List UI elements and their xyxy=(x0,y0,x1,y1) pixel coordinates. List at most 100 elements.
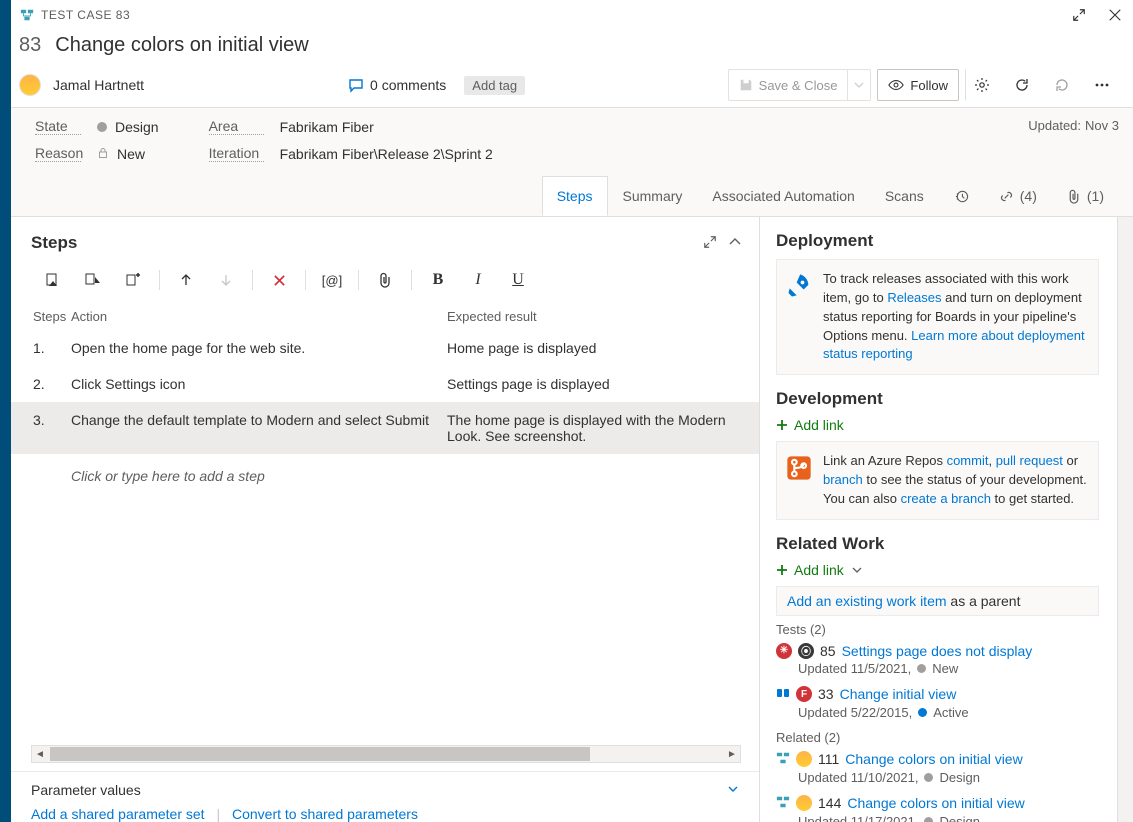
move-down-icon xyxy=(206,265,246,295)
undo-icon[interactable] xyxy=(1045,69,1079,101)
step-row[interactable]: 2. Click Settings icon Settings page is … xyxy=(11,366,759,402)
gear-icon[interactable] xyxy=(965,69,999,101)
add-shared-param-link[interactable]: Add a shared parameter set xyxy=(31,806,205,822)
tabs: Steps Summary Associated Automation Scan… xyxy=(35,176,1119,216)
tab-summary[interactable]: Summary xyxy=(608,176,698,216)
related-header: Related (2) xyxy=(776,730,1099,745)
create-branch-link[interactable]: create a branch xyxy=(901,491,991,506)
tests-header: Tests (2) xyxy=(776,622,1099,637)
side-pane: Deployment To track releases associated … xyxy=(759,217,1117,822)
close-icon[interactable] xyxy=(1097,0,1133,30)
avatar[interactable] xyxy=(19,74,41,96)
fields-block: State Design Reason New Area Fabrikam Fi… xyxy=(11,107,1133,216)
scrollbar-thumb[interactable] xyxy=(50,747,590,761)
work-item-title-row: 83 Change colors on initial view xyxy=(11,30,1133,65)
tab-history[interactable] xyxy=(939,176,984,216)
field-area[interactable]: Area Fabrikam Fiber xyxy=(209,118,493,135)
step-row[interactable]: 3. Change the default template to Modern… xyxy=(11,402,759,454)
avatar-icon xyxy=(796,795,812,811)
releases-link[interactable]: Releases xyxy=(887,290,941,305)
related-item-row[interactable]: 111 Change colors on initial view xyxy=(776,749,1099,770)
commit-link[interactable]: commit xyxy=(947,453,989,468)
maximize-icon[interactable] xyxy=(1061,0,1097,30)
bug-icon: ✳ xyxy=(776,643,792,659)
mention-icon[interactable]: [@] xyxy=(312,265,352,295)
pull-request-link[interactable]: pull request xyxy=(996,453,1063,468)
comments-button[interactable]: 0 comments xyxy=(348,77,446,93)
bold-icon[interactable]: B xyxy=(418,265,458,295)
related-meta: Updated 11/5/2021, New xyxy=(776,661,1099,676)
tab-links[interactable]: (4) xyxy=(984,176,1052,216)
attach-icon[interactable] xyxy=(365,265,405,295)
test-case-icon xyxy=(19,7,35,23)
related-meta: Updated 11/17/2021, Design xyxy=(776,814,1099,822)
save-close-button: Save & Close xyxy=(728,69,849,101)
assignee-name[interactable]: Jamal Hartnett xyxy=(53,77,144,93)
tab-automation[interactable]: Associated Automation xyxy=(697,176,869,216)
avatar-icon xyxy=(796,751,812,767)
related-test-row[interactable]: F 33 Change initial view xyxy=(776,684,1099,705)
steps-toolbar: [@] B I U xyxy=(11,261,759,303)
underline-icon[interactable]: U xyxy=(498,265,538,295)
work-item-title[interactable]: Change colors on initial view xyxy=(55,34,308,57)
vertical-scrollbar[interactable] xyxy=(1117,217,1133,822)
development-title: Development xyxy=(776,389,1099,409)
meta-row: Jamal Hartnett 0 comments Add tag Save &… xyxy=(11,65,1133,107)
horizontal-scrollbar[interactable]: ◄ ► xyxy=(31,745,741,763)
expand-icon[interactable] xyxy=(703,235,717,252)
status-icon: F xyxy=(796,686,812,702)
tab-steps[interactable]: Steps xyxy=(542,176,608,216)
tab-attachments[interactable]: (1) xyxy=(1052,176,1119,216)
rocket-icon xyxy=(785,272,813,306)
test-case-icon xyxy=(776,751,790,768)
state-dot-icon xyxy=(917,664,926,673)
field-state[interactable]: State Design xyxy=(35,118,159,135)
related-test-row[interactable]: ✳ ⦿ 85 Settings page does not display xyxy=(776,641,1099,661)
related-item-row[interactable]: 144 Change colors on initial view xyxy=(776,793,1099,814)
tab-scans[interactable]: Scans xyxy=(870,176,939,216)
move-up-icon[interactable] xyxy=(166,265,206,295)
shared-steps-icon xyxy=(776,686,790,703)
state-dot-icon xyxy=(924,817,933,822)
branch-link[interactable]: branch xyxy=(823,472,863,487)
add-step-placeholder[interactable]: Click or type here to add a step xyxy=(11,454,759,494)
collapse-icon[interactable] xyxy=(729,235,741,252)
dev-add-link[interactable]: Add link xyxy=(776,417,1099,433)
add-tag-button[interactable]: Add tag xyxy=(464,76,525,95)
steps-pane: Steps [@] xyxy=(11,217,759,822)
more-icon[interactable] xyxy=(1085,69,1119,101)
breadcrumb: TEST CASE 83 xyxy=(41,8,130,22)
refresh-icon[interactable] xyxy=(1005,69,1039,101)
updated-label: Updated: Nov 3 xyxy=(1028,118,1119,162)
related-add-link[interactable]: Add link xyxy=(776,562,1099,578)
branch-icon xyxy=(785,454,813,488)
create-shared-icon[interactable] xyxy=(113,265,153,295)
title-bar: TEST CASE 83 xyxy=(11,0,1133,30)
add-existing-parent[interactable]: Add an existing work item as a parent xyxy=(776,586,1099,616)
steps-grid-header: Steps Action Expected result xyxy=(11,303,759,330)
field-iteration[interactable]: Iteration Fabrikam Fiber\Release 2\Sprin… xyxy=(209,145,493,162)
state-dot-icon xyxy=(918,708,927,717)
parameter-values-header[interactable]: Parameter values xyxy=(11,771,759,802)
state-dot-icon xyxy=(97,122,107,132)
test-case-icon xyxy=(776,795,790,812)
convert-shared-param-link[interactable]: Convert to shared parameters xyxy=(232,806,418,822)
insert-shared-icon[interactable] xyxy=(73,265,113,295)
field-reason[interactable]: Reason New xyxy=(35,145,159,162)
follow-button[interactable]: Follow xyxy=(877,69,959,101)
steps-title: Steps xyxy=(31,233,77,253)
chevron-down-icon[interactable] xyxy=(727,782,739,798)
deployment-title: Deployment xyxy=(776,231,1099,251)
step-row[interactable]: 1. Open the home page for the web site. … xyxy=(11,330,759,366)
lock-icon xyxy=(97,146,109,162)
italic-icon[interactable]: I xyxy=(458,265,498,295)
related-meta: Updated 11/10/2021, Design xyxy=(776,770,1099,785)
work-item-id: 83 xyxy=(19,34,41,57)
development-info: Link an Azure Repos commit, pull request… xyxy=(776,441,1099,520)
state-dot-icon xyxy=(924,773,933,782)
comments-count: 0 comments xyxy=(370,77,446,93)
insert-step-icon[interactable] xyxy=(33,265,73,295)
delete-step-icon[interactable] xyxy=(259,265,299,295)
accent-bar xyxy=(0,0,11,822)
related-work-title: Related Work xyxy=(776,534,1099,554)
